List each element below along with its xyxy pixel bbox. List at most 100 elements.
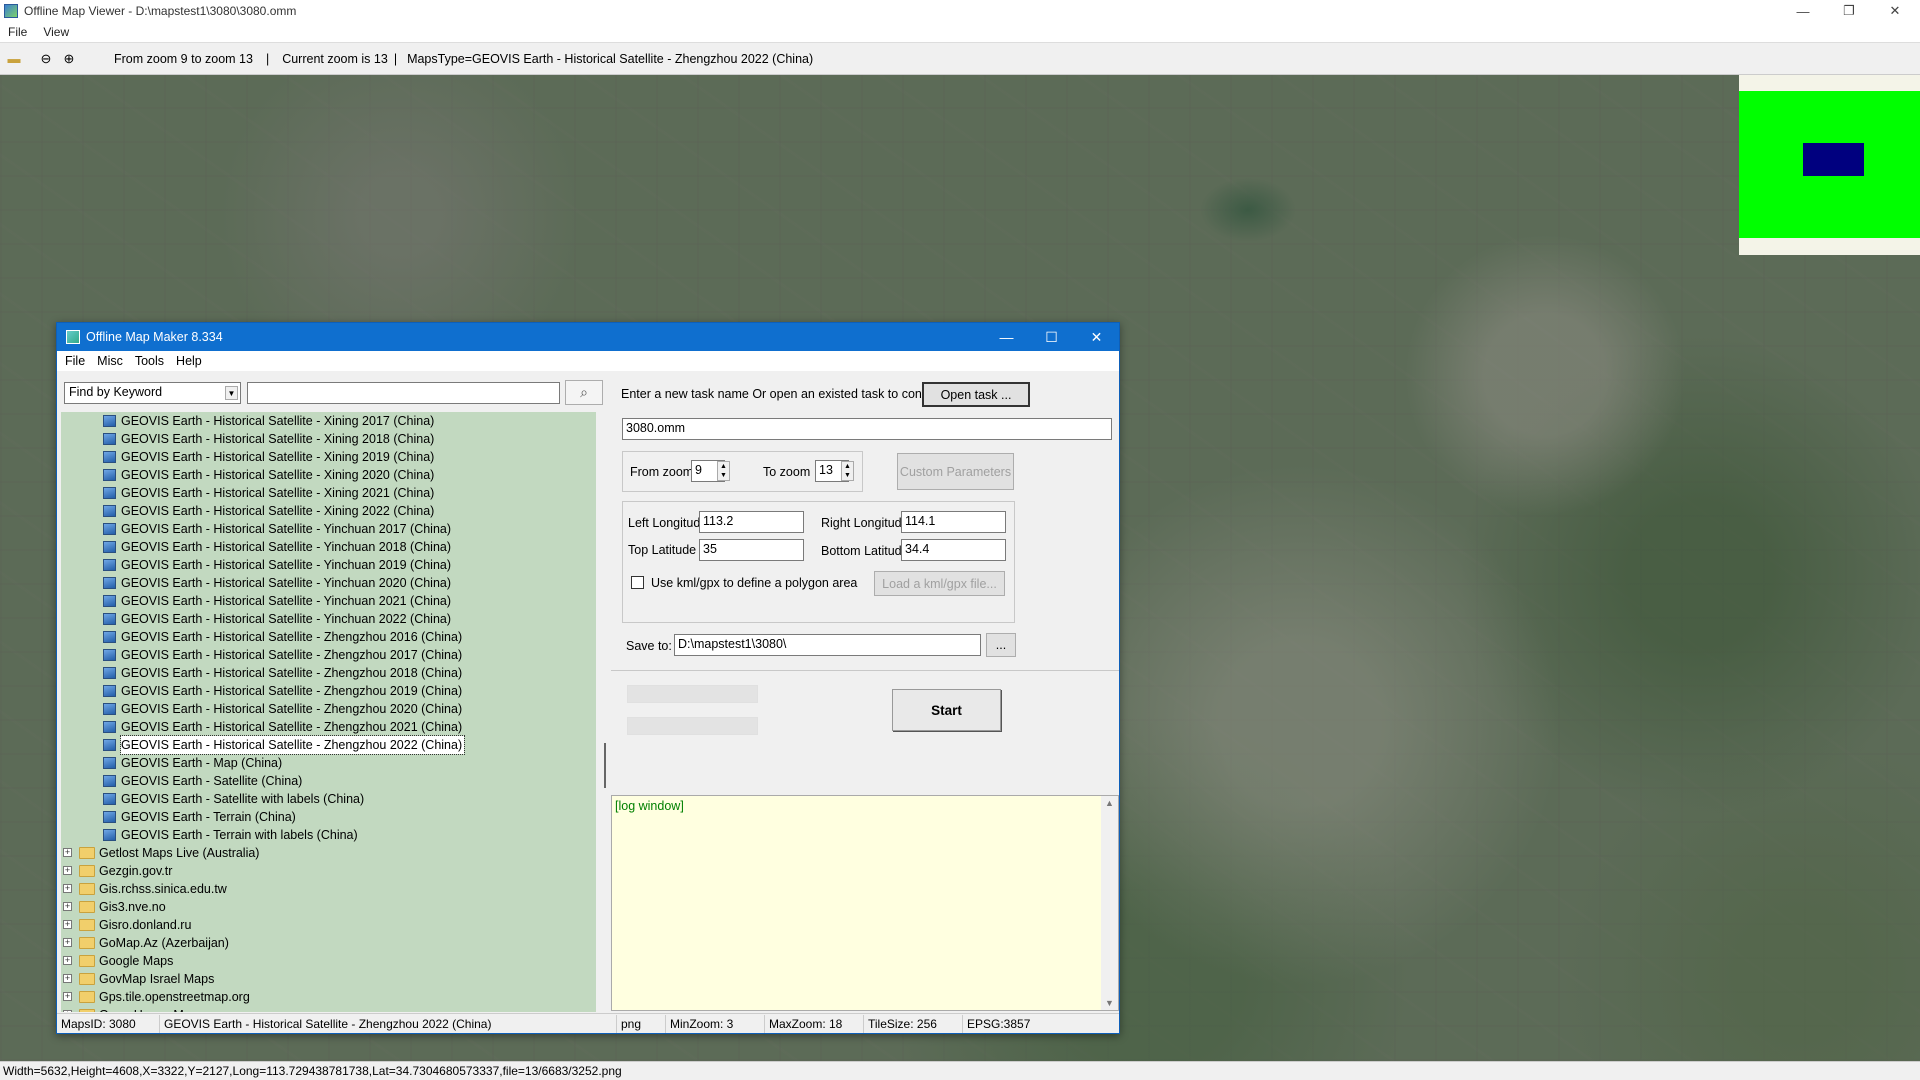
current-zoom-text: Current zoom is 13 xyxy=(282,51,388,66)
zoom-out-icon[interactable]: ⊖ xyxy=(37,50,55,68)
overview-minimap[interactable] xyxy=(1739,75,1920,255)
status-maps-id: MapsID: 3080 xyxy=(61,1017,136,1031)
dialog-menu-file[interactable]: File xyxy=(65,354,85,368)
map-maker-dialog: Offline Map Maker 8.334 — ☐ ✕ File Misc … xyxy=(56,322,1120,1034)
menu-file[interactable]: File xyxy=(8,25,27,39)
find-mode-select[interactable]: Find by Keyword ▼ xyxy=(64,382,241,404)
task-name-field[interactable]: 3080.omm xyxy=(622,418,1112,440)
scroll-up-icon[interactable]: ▲ xyxy=(1105,798,1114,808)
search-input[interactable] xyxy=(247,382,560,404)
folder-icon xyxy=(79,865,95,877)
right-longitude-field[interactable]: 114.1 xyxy=(901,511,1006,533)
expand-plus-icon[interactable]: + xyxy=(63,884,72,893)
tree-folder-label: Google Maps xyxy=(99,954,174,968)
minimap-viewport[interactable] xyxy=(1803,143,1864,176)
toolbar-separator: | xyxy=(393,51,398,66)
tree-item-label: GEOVIS Earth - Historical Satellite - Xi… xyxy=(121,450,435,464)
map-layer-icon xyxy=(103,685,116,697)
dialog-app-icon xyxy=(66,330,80,344)
log-window[interactable]: [log window] ▲ ▼ xyxy=(611,795,1119,1011)
map-layer-icon xyxy=(103,721,116,733)
app-title: Offline Map Viewer - D:\mapstest1\3080\3… xyxy=(24,4,297,18)
expand-plus-icon[interactable]: + xyxy=(63,866,72,875)
tree-folder-label: GoMap.Az (Azerbaijan) xyxy=(99,936,229,950)
folder-open-icon[interactable]: ▬ xyxy=(5,50,23,68)
progress-bar-current xyxy=(627,717,758,735)
dialog-maximize-button[interactable]: ☐ xyxy=(1029,323,1074,351)
expand-plus-icon[interactable]: + xyxy=(63,974,72,983)
dialog-menu-misc[interactable]: Misc xyxy=(97,354,123,368)
maps-tree[interactable]: GEOVIS Earth - Historical Satellite - Xi… xyxy=(61,412,596,1012)
tree-item-label: GEOVIS Earth - Historical Satellite - Yi… xyxy=(121,576,452,590)
app-menu-bar: File View xyxy=(0,22,1920,42)
expand-plus-icon[interactable]: + xyxy=(63,956,72,965)
dialog-menu-help[interactable]: Help xyxy=(176,354,202,368)
expand-plus-icon[interactable]: + xyxy=(63,938,72,947)
load-kml-button[interactable]: Load a kml/gpx file... xyxy=(874,571,1005,596)
tree-folder-label: GreenHouse Maps xyxy=(99,1006,204,1012)
pane-splitter[interactable] xyxy=(602,371,608,1011)
tree-item-label: GEOVIS Earth - Historical Satellite - Zh… xyxy=(119,735,466,755)
map-layer-icon xyxy=(103,613,116,625)
app-title-bar: Offline Map Viewer - D:\mapstest1\3080\3… xyxy=(0,0,1920,22)
to-zoom-stepper[interactable]: ▲ ▼ xyxy=(841,461,854,481)
folder-icon xyxy=(79,991,95,1003)
tree-folder-label: Gis.rchss.sinica.edu.tw xyxy=(99,882,227,896)
status-epsg: EPSG:3857 xyxy=(962,1015,1030,1033)
bottom-latitude-label: Bottom Latitude xyxy=(821,544,909,558)
expand-plus-icon[interactable]: + xyxy=(63,848,72,857)
expand-plus-icon[interactable]: + xyxy=(63,992,72,1001)
dialog-menu-bar: File Misc Tools Help xyxy=(57,351,1119,371)
custom-parameters-button[interactable]: Custom Parameters xyxy=(897,453,1014,490)
map-layer-icon xyxy=(103,541,116,553)
task-prompt-label: Enter a new task name Or open an existed… xyxy=(621,387,953,401)
tree-item-label: GEOVIS Earth - Historical Satellite - Xi… xyxy=(121,504,435,518)
tree-item-label: GEOVIS Earth - Historical Satellite - Zh… xyxy=(121,630,463,644)
kml-label: Use kml/gpx to define a polygon area xyxy=(651,576,858,590)
log-title: [log window] xyxy=(615,799,684,813)
status-min-zoom: MinZoom: 3 xyxy=(665,1015,733,1033)
start-button[interactable]: Start xyxy=(892,689,1001,731)
tree-item-label: GEOVIS Earth - Historical Satellite - Yi… xyxy=(121,522,452,536)
save-path-field[interactable]: D:\mapstest1\3080\ xyxy=(674,634,981,656)
map-layer-icon xyxy=(103,469,116,481)
map-layer-icon xyxy=(103,739,116,751)
expand-plus-icon[interactable]: + xyxy=(63,920,72,929)
minimize-button[interactable]: — xyxy=(1780,0,1826,22)
divider xyxy=(611,670,1119,671)
chevron-down-icon[interactable]: ▼ xyxy=(225,386,238,400)
top-latitude-field[interactable]: 35 xyxy=(699,539,804,561)
expand-plus-icon[interactable]: + xyxy=(63,1010,72,1012)
log-scrollbar[interactable]: ▲ ▼ xyxy=(1101,796,1118,1010)
expand-plus-icon[interactable]: + xyxy=(63,902,72,911)
dialog-minimize-button[interactable]: — xyxy=(984,323,1029,351)
tree-folder-label: GovMap Israel Maps xyxy=(99,972,215,986)
folder-icon xyxy=(79,937,95,949)
close-button[interactable]: ✕ xyxy=(1872,0,1918,22)
left-longitude-label: Left Longitude xyxy=(628,516,708,530)
map-layer-icon xyxy=(103,451,116,463)
bottom-latitude-field[interactable]: 34.4 xyxy=(901,539,1006,561)
from-zoom-stepper[interactable]: ▲ ▼ xyxy=(717,461,730,481)
tree-item-label: GEOVIS Earth - Map (China) xyxy=(121,756,283,770)
dialog-menu-tools[interactable]: Tools xyxy=(135,354,164,368)
tree-folder-label: Gezgin.gov.tr xyxy=(99,864,173,878)
left-longitude-field[interactable]: 113.2 xyxy=(699,511,804,533)
map-layer-icon xyxy=(103,829,116,841)
maximize-button[interactable]: ❐ xyxy=(1826,0,1872,22)
dialog-status-bar: MapsID: 3080 GEOVIS Earth - Historical S… xyxy=(57,1013,1119,1033)
search-button[interactable]: ⌕ xyxy=(565,380,603,405)
menu-view[interactable]: View xyxy=(43,25,69,39)
zoom-in-icon[interactable]: ⊕ xyxy=(60,50,78,68)
open-task-button[interactable]: Open task ... xyxy=(922,382,1030,407)
tree-item-label: GEOVIS Earth - Terrain with labels (Chin… xyxy=(121,828,358,842)
dialog-close-button[interactable]: ✕ xyxy=(1074,323,1119,351)
browse-button[interactable]: ... xyxy=(986,633,1016,657)
zoom-range-text: From zoom 9 to zoom 13 xyxy=(114,51,253,66)
scroll-down-icon[interactable]: ▼ xyxy=(1105,998,1114,1008)
tree-item-label: GEOVIS Earth - Historical Satellite - Zh… xyxy=(121,648,463,662)
kml-checkbox[interactable] xyxy=(631,576,644,589)
tree-folder-label: Gps.tile.openstreetmap.org xyxy=(99,990,250,1004)
splitter-grip[interactable] xyxy=(604,743,606,788)
tree-item-label: GEOVIS Earth - Historical Satellite - Zh… xyxy=(121,684,463,698)
